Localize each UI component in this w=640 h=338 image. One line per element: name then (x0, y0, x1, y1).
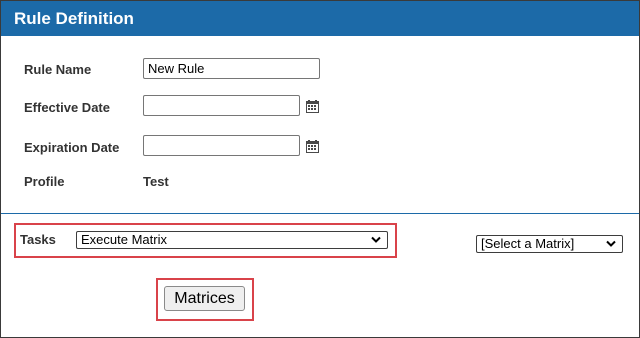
matrix-select[interactable]: [Select a Matrix] (476, 235, 623, 253)
panel-title: Rule Definition (1, 1, 639, 36)
profile-value: Test (143, 174, 169, 189)
expiration-date-label: Expiration Date (24, 140, 120, 155)
expiration-date-input[interactable] (143, 135, 300, 156)
section-divider (1, 213, 639, 214)
profile-label: Profile (24, 174, 65, 189)
effective-date-label: Effective Date (24, 100, 110, 115)
calendar-icon[interactable] (306, 140, 319, 153)
tasks-label: Tasks (20, 232, 56, 247)
rule-name-input[interactable] (143, 58, 320, 79)
effective-date-input[interactable] (143, 95, 300, 116)
matrices-button[interactable]: Matrices (164, 286, 245, 311)
chevron-down-icon (371, 236, 381, 243)
rule-name-label: Rule Name (24, 62, 92, 77)
chevron-down-icon (606, 240, 616, 247)
calendar-icon[interactable] (306, 100, 319, 113)
tasks-select[interactable]: Execute Matrix (76, 231, 388, 249)
tasks-select-value: Execute Matrix (81, 232, 167, 247)
rule-definition-panel: Rule Definition Rule Name Effective Date… (0, 0, 640, 338)
matrix-select-value: [Select a Matrix] (481, 236, 575, 251)
